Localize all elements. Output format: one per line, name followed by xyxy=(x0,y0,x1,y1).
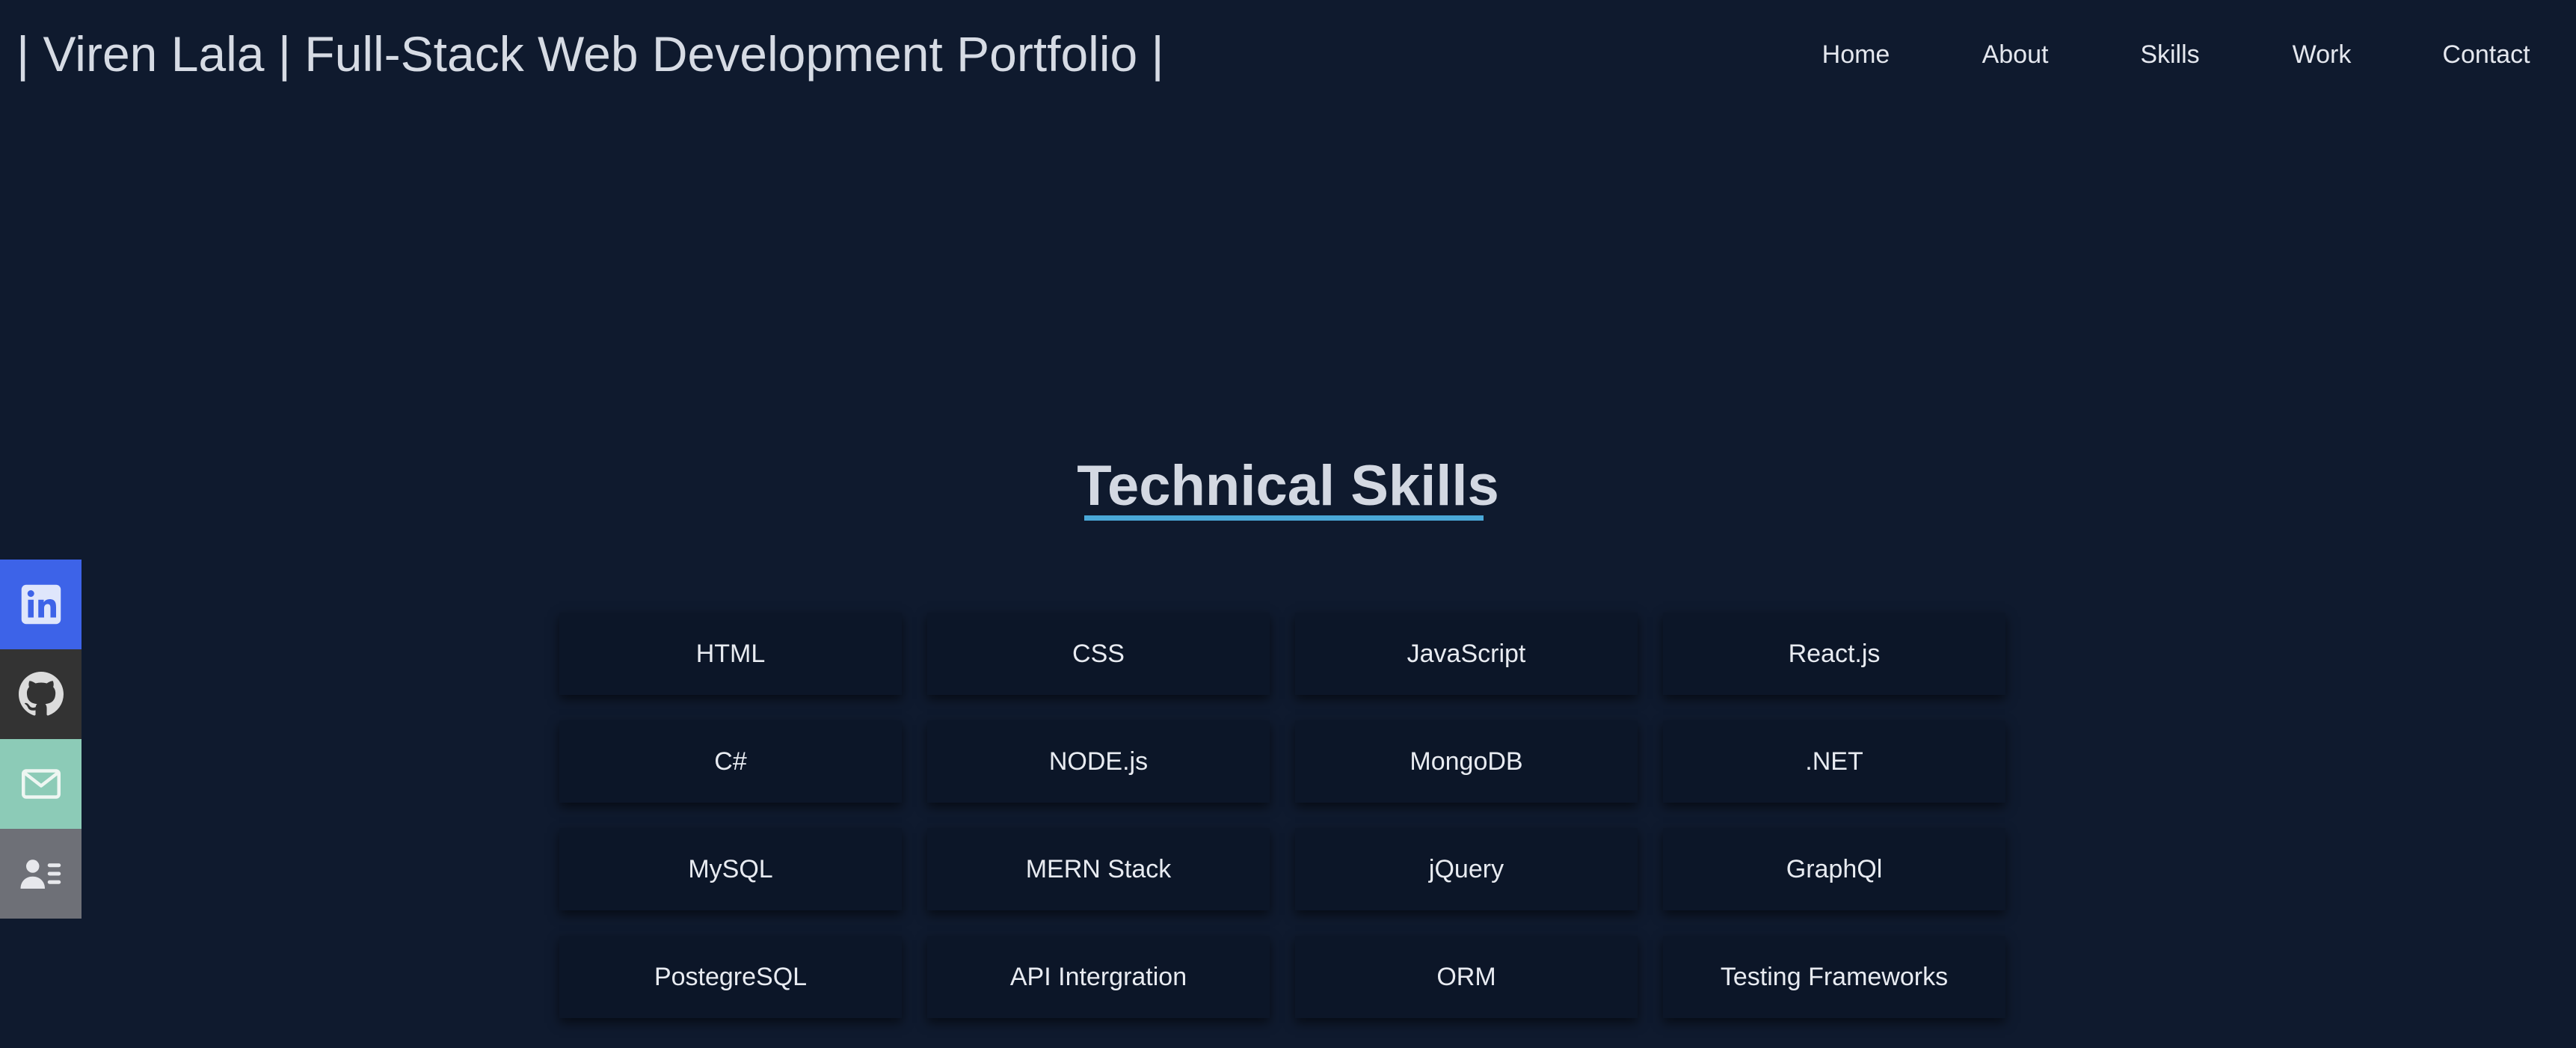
section-title: Technical Skills xyxy=(1077,454,1499,518)
skill-card-dotnet: .NET xyxy=(1663,720,2005,803)
nav-link-work[interactable]: Work xyxy=(2293,36,2352,73)
linkedin-link[interactable] xyxy=(0,560,82,649)
skill-card-html: HTML xyxy=(559,613,902,695)
social-sidebar xyxy=(0,560,82,919)
skill-card-api-integration: API Intergration xyxy=(927,936,1270,1018)
nav-link-contact[interactable]: Contact xyxy=(2442,36,2530,73)
contact-card-icon xyxy=(20,859,61,889)
skill-card-testing-frameworks: Testing Frameworks xyxy=(1663,936,2005,1018)
skill-card-mysql: MySQL xyxy=(559,828,902,910)
skill-card-jquery: jQuery xyxy=(1295,828,1638,910)
skill-card-nodejs: NODE.js xyxy=(927,720,1270,803)
mail-icon xyxy=(21,769,61,799)
skill-card-reactjs: React.js xyxy=(1663,613,2005,695)
skill-card-postgresql: PostegreSQL xyxy=(559,936,902,1018)
skill-card-graphql: GraphQl xyxy=(1663,828,2005,910)
skill-card-mongodb: MongoDB xyxy=(1295,720,1638,803)
email-link[interactable] xyxy=(0,739,82,829)
nav-link-about[interactable]: About xyxy=(1982,36,2049,73)
linkedin-icon xyxy=(21,584,61,625)
skills-grid: HTML CSS JavaScript React.js C# NODE.js … xyxy=(559,613,2007,1018)
resume-link[interactable] xyxy=(0,829,82,919)
nav-link-home[interactable]: Home xyxy=(1822,36,1890,73)
github-icon xyxy=(18,672,64,716)
skill-card-orm: ORM xyxy=(1295,936,1638,1018)
main-nav: Home About Skills Work Contact xyxy=(1765,36,2576,73)
github-link[interactable] xyxy=(0,649,82,739)
nav-link-skills[interactable]: Skills xyxy=(2140,36,2199,73)
title-underline xyxy=(1084,515,1484,521)
skill-card-csharp: C# xyxy=(559,720,902,803)
skill-card-javascript: JavaScript xyxy=(1295,613,1638,695)
skill-card-css: CSS xyxy=(927,613,1270,695)
skill-card-mern-stack: MERN Stack xyxy=(927,828,1270,910)
site-title: | Viren Lala | Full-Stack Web Developmen… xyxy=(16,26,1164,82)
